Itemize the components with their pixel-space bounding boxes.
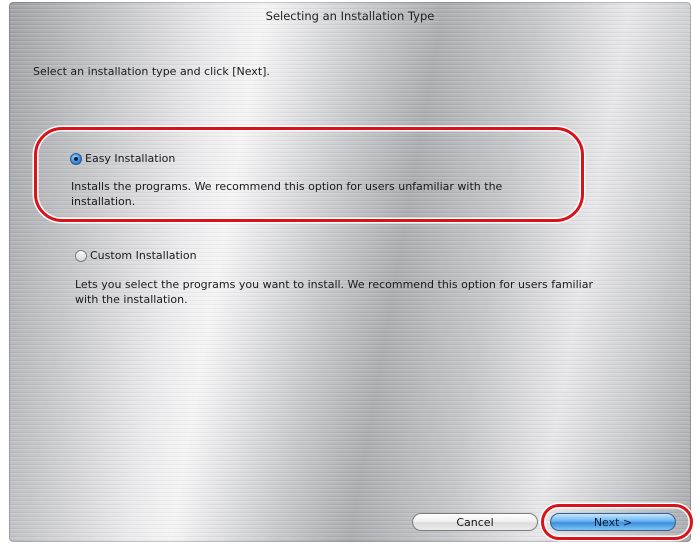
custom-installation-radio-option[interactable]: Custom Installation bbox=[75, 249, 197, 262]
installer-window: Selecting an Installation Type Select an… bbox=[9, 2, 691, 542]
custom-installation-description: Lets you select the programs you want to… bbox=[75, 278, 593, 306]
custom-installation-label[interactable]: Custom Installation bbox=[90, 249, 197, 262]
window-title: Selecting an Installation Type bbox=[265, 9, 435, 23]
next-button-highlight-ring bbox=[541, 504, 693, 540]
easy-installation-highlight-ring bbox=[34, 127, 584, 222]
instruction-text: Select an installation type and click [N… bbox=[33, 65, 270, 78]
cancel-button[interactable]: Cancel bbox=[412, 513, 538, 531]
radio-unselected-icon[interactable] bbox=[75, 249, 87, 262]
